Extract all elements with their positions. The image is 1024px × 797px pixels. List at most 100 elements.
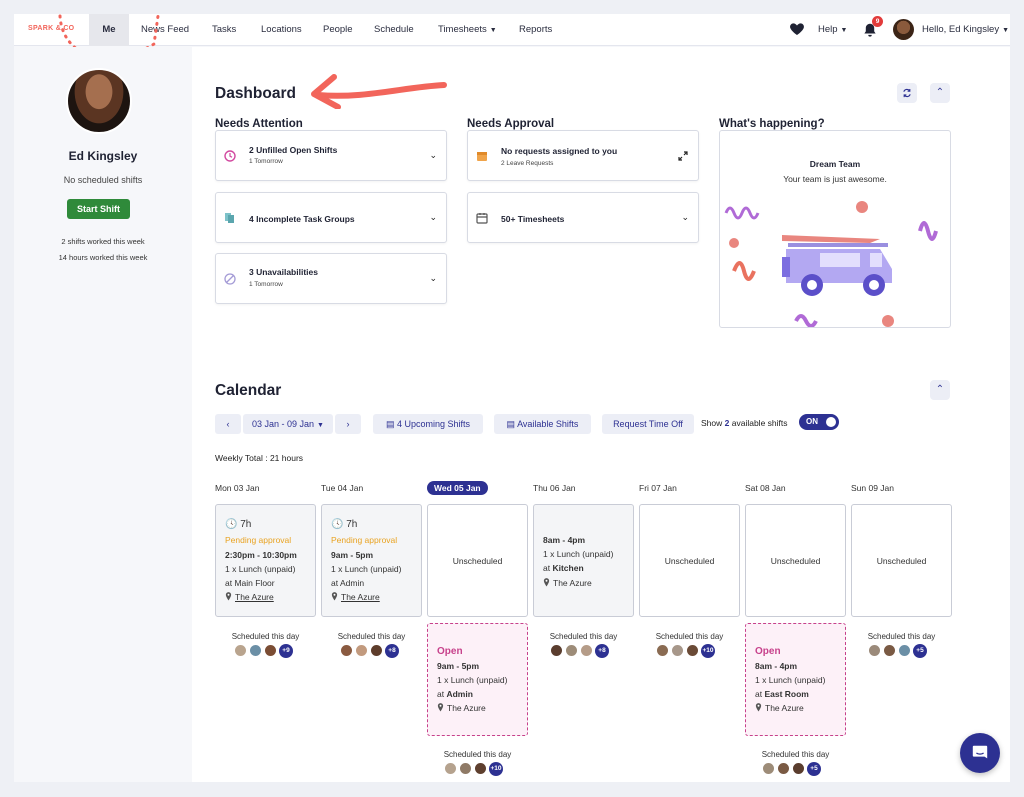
request-time-off-button[interactable]: Request Time Off — [602, 414, 694, 434]
refresh-button[interactable] — [897, 83, 917, 103]
shift-card-mon[interactable]: 🕓 7h Pending approval 2:30pm - 10:30pm 1… — [215, 504, 316, 617]
shift-location[interactable]: The Azure — [331, 592, 380, 602]
chevron-down-icon[interactable]: ⌄ — [681, 212, 689, 223]
day-card-sat[interactable]: Unscheduled — [745, 504, 846, 617]
upcoming-shifts-label: 4 Upcoming Shifts — [397, 419, 470, 429]
chevron-down-icon[interactable]: ⌄ — [429, 212, 437, 223]
profile-avatar — [66, 68, 132, 134]
at-prefix: at — [755, 689, 762, 699]
nav-locations[interactable]: Locations — [261, 14, 302, 46]
upcoming-shifts-button[interactable]: ▤ 4 Upcoming Shifts — [373, 414, 483, 434]
day-card-wed[interactable]: Unscheduled — [427, 504, 528, 617]
shift-card-thu[interactable]: 8am - 4pm 1 x Lunch (unpaid) at Kitchen … — [533, 504, 634, 617]
unscheduled-label: Unscheduled — [640, 556, 739, 566]
shift-location: The Azure — [437, 703, 486, 713]
nav-tasks[interactable]: Tasks — [212, 14, 236, 46]
more-count: +8 — [385, 644, 399, 658]
shift-area: at Main Floor — [225, 578, 275, 588]
open-shift-card-wed[interactable]: Open 9am - 5pm 1 x Lunch (unpaid) at Adm… — [427, 623, 528, 736]
avatar — [762, 762, 775, 775]
whats-happening-card: Dream Team Your team is just awesome. — [719, 130, 951, 328]
open-label: Open — [437, 646, 463, 657]
help-menu[interactable]: Help▼ — [818, 14, 847, 46]
dashboard-title: Dashboard — [215, 85, 296, 103]
card-title: 2 Unfilled Open Shifts — [249, 145, 337, 155]
avatar — [355, 644, 368, 657]
nav-reports[interactable]: Reports — [519, 14, 552, 46]
chevron-down-icon[interactable]: ⌄ — [429, 150, 437, 161]
open-label: Open — [755, 646, 781, 657]
nav-schedule[interactable]: Schedule — [374, 14, 414, 46]
shift-break: 1 x Lunch (unpaid) — [437, 675, 507, 685]
calendar-icon: ▤ — [386, 419, 397, 429]
available-shifts-button[interactable]: ▤ Available Shifts — [494, 414, 591, 434]
user-avatar[interactable] — [893, 19, 914, 40]
avatar — [264, 644, 277, 657]
more-count: +10 — [489, 762, 503, 776]
calendar-icon: ▤ — [507, 419, 518, 429]
location-link[interactable]: The Azure — [341, 592, 380, 602]
happening-title: Dream Team — [720, 159, 950, 169]
main-content: Dashboard ⌃ Needs Attention Needs Approv… — [192, 47, 1010, 782]
unscheduled-label: Unscheduled — [746, 556, 845, 566]
chevron-down-icon: ▼ — [317, 422, 324, 429]
scheduled-label: Scheduled this day — [215, 632, 316, 641]
open-shift-card-sat[interactable]: Open 8am - 4pm 1 x Lunch (unpaid) at Eas… — [745, 623, 846, 736]
app-window: SPARK & CO Me News Feed Tasks Locations … — [14, 14, 1010, 782]
shifts-worked-stat: 2 shifts worked this week — [14, 237, 192, 246]
hours-worked-stat: 14 hours worked this week — [14, 253, 192, 262]
expand-icon[interactable] — [678, 151, 688, 161]
clock-icon: 🕓 — [331, 519, 343, 530]
user-menu[interactable]: Hello, Ed Kingsley▼ — [922, 14, 1009, 46]
start-shift-button[interactable]: Start Shift — [67, 199, 130, 219]
calendar-title: Calendar — [215, 382, 281, 400]
requests-card[interactable]: No requests assigned to you 2 Leave Requ… — [467, 130, 699, 181]
shift-card-tue[interactable]: 🕓 7h Pending approval 9am - 5pm 1 x Lunc… — [321, 504, 422, 617]
help-label: Help — [818, 24, 838, 35]
hours-value: 7h — [346, 519, 357, 530]
day-header: Sat 08 Jan — [745, 483, 786, 493]
chevron-down-icon[interactable]: ⌄ — [429, 273, 437, 284]
notification-badge: 9 — [872, 16, 883, 27]
location-pin-icon — [225, 592, 232, 601]
collapse-calendar-button[interactable]: ⌃ — [930, 380, 950, 400]
card-title: No requests assigned to you — [501, 146, 617, 156]
avatar — [474, 762, 487, 775]
prev-week-button[interactable]: ‹ — [215, 414, 241, 434]
chat-icon — [971, 744, 989, 762]
nav-people[interactable]: People — [323, 14, 353, 46]
happening-text: Your team is just awesome. — [720, 174, 950, 184]
shift-area: at Kitchen — [543, 563, 584, 573]
avatar — [868, 644, 881, 657]
at-place: Admin — [446, 689, 472, 699]
day-header: Tue 04 Jan — [321, 483, 363, 493]
shift-area: at Admin — [437, 689, 473, 699]
nav-timesheets[interactable]: Timesheets▼ — [438, 14, 497, 46]
chevron-up-icon: ⌃ — [936, 87, 944, 98]
available-shifts-toggle[interactable]: ON — [799, 414, 839, 430]
date-range-select[interactable]: 03 Jan - 09 Jan▼ — [243, 414, 333, 434]
day-header: Fri 07 Jan — [639, 483, 677, 493]
next-week-button[interactable]: › — [335, 414, 361, 434]
location-link[interactable]: The Azure — [235, 592, 274, 602]
day-card-sun[interactable]: Unscheduled — [851, 504, 952, 617]
chevron-down-icon: ▼ — [490, 27, 497, 34]
unavailabilities-card[interactable]: 3 Unavailabilities 1 Tomorrow ⌄ — [215, 253, 447, 304]
location-name: The Azure — [447, 703, 486, 713]
shift-break: 1 x Lunch (unpaid) — [331, 564, 401, 574]
shift-location[interactable]: The Azure — [225, 592, 274, 602]
timesheets-card[interactable]: 50+ Timesheets ⌄ — [467, 192, 699, 243]
card-subtitle: 1 Tomorrow — [249, 158, 283, 165]
scheduled-label: Scheduled this day — [427, 750, 528, 759]
card-title: 50+ Timesheets — [501, 214, 564, 224]
show-suffix: available shifts — [732, 418, 788, 428]
incomplete-task-groups-card[interactable]: 4 Incomplete Task Groups ⌄ — [215, 192, 447, 243]
collapse-dashboard-button[interactable]: ⌃ — [930, 83, 950, 103]
card-subtitle: 1 Tomorrow — [249, 281, 283, 288]
heart-icon[interactable] — [789, 21, 805, 37]
clock-icon — [224, 150, 236, 162]
chat-launcher-button[interactable] — [960, 733, 1000, 773]
shift-time: 8am - 4pm — [543, 535, 585, 545]
day-card-fri[interactable]: Unscheduled — [639, 504, 740, 617]
unfilled-open-shifts-card[interactable]: 2 Unfilled Open Shifts 1 Tomorrow ⌄ — [215, 130, 447, 181]
